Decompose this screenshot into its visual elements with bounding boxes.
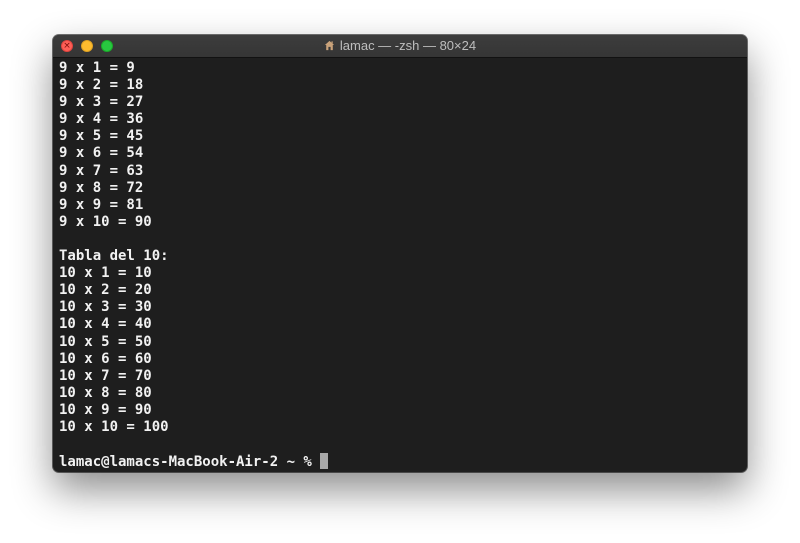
- output-line: 9 x 9 = 81: [59, 196, 144, 213]
- text-cursor: [320, 453, 329, 470]
- output-line: 10 x 6 = 60: [59, 350, 152, 367]
- output-line: 9 x 4 = 36: [59, 111, 144, 128]
- house-icon: [324, 40, 334, 51]
- output-line: 9 x 6 = 54: [59, 145, 144, 162]
- output-line: 9 x 7 = 63: [59, 162, 144, 179]
- output-line: 10 x 2 = 20: [59, 282, 152, 299]
- title-bar[interactable]: × lamac — -zsh — 80×24: [53, 35, 747, 58]
- shell-prompt: lamac@lamacs-MacBook-Air-2 ~ %: [59, 454, 321, 471]
- window-title: lamac — -zsh — 80×24: [339, 38, 477, 53]
- prompt-line[interactable]: lamac@lamacs-MacBook-Air-2 ~ %: [59, 453, 741, 470]
- output-line: 9 x 3 = 27: [59, 94, 144, 111]
- window-title-container: lamac — -zsh — 80×24: [53, 35, 747, 57]
- output-line: Tabla del 10:: [59, 248, 169, 265]
- output-line: 9 x 5 = 45: [59, 128, 144, 145]
- terminal-output[interactable]: 9 x 1 = 99 x 2 = 18 9 x 3 = 27 9 x 4 = 36 9…: [59, 60, 741, 470]
- terminal-window: × lamac — -zsh — 80×24 9 x 1 = 99 x 2 = …: [53, 35, 747, 472]
- output-line: 10 x 7 = 70: [59, 367, 152, 384]
- output-line: 10 x 8 = 80: [59, 384, 152, 401]
- output-line: 9 x 1 = 9: [59, 60, 135, 76]
- output-line: 10 x 5 = 50: [59, 333, 152, 350]
- output-line: 10 x 3 = 30: [59, 299, 152, 316]
- output-line: 10 x 10 = 100: [59, 418, 169, 435]
- output-line: 10 x 4 = 40: [59, 316, 152, 333]
- output-line: 9 x 10 = 90: [59, 213, 152, 230]
- output-line: 10 x 9 = 90: [59, 401, 152, 418]
- output-line: 9 x 2 = 18: [59, 77, 144, 94]
- output-line: 10 x 1 = 10: [59, 265, 152, 282]
- output-lines: 9 x 1 = 99 x 2 = 18 9 x 3 = 27 9 x 4 = 36 9…: [59, 60, 741, 453]
- output-line: 9 x 8 = 72: [59, 179, 144, 196]
